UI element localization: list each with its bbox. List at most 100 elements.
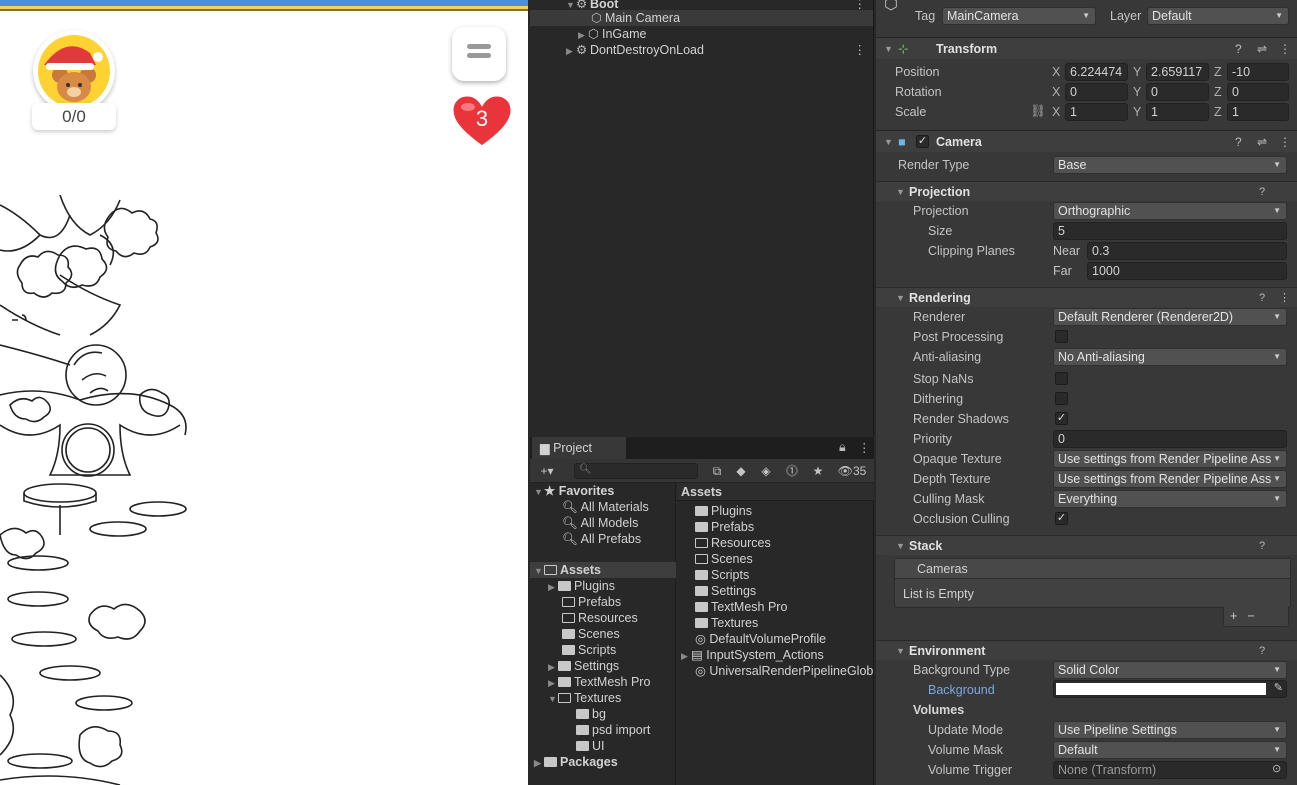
hierarchy-item-main-camera[interactable]: ⬡ Main Camera xyxy=(530,10,873,26)
asset-item-urp-global-settings[interactable]: ◎ UniversalRenderPipelineGlob xyxy=(695,663,873,679)
search-input[interactable]: 🔍︎ xyxy=(574,463,698,479)
filter-errors-icon[interactable]: ⓵ xyxy=(782,461,802,481)
far-field[interactable]: 1000 xyxy=(1087,262,1287,280)
more-options-icon[interactable]: ⋮ xyxy=(858,440,871,455)
tab-project[interactable]: ▆ Project xyxy=(532,437,626,459)
tree-packages[interactable]: ▶ Packages xyxy=(534,754,618,770)
axis-y-label[interactable]: Y xyxy=(1133,85,1141,99)
rotation-y-field[interactable]: 0 xyxy=(1146,83,1209,101)
background-type-dropdown[interactable]: Solid Color xyxy=(1053,661,1287,679)
projection-dropdown[interactable]: Orthographic xyxy=(1053,202,1287,220)
collapse-arrow-icon[interactable]: ▼ xyxy=(896,641,905,661)
expand-arrow-icon[interactable]: ▶ xyxy=(566,43,576,59)
near-field[interactable]: 0.3 xyxy=(1087,242,1287,260)
asset-item-settings[interactable]: Settings xyxy=(695,583,756,599)
search-scope-icon[interactable]: ⧉ xyxy=(707,461,727,481)
favorites-header[interactable]: ▼★ Favorites xyxy=(534,483,614,499)
tree-folder-settings[interactable]: ▶ Settings xyxy=(548,658,619,674)
more-options-icon[interactable]: ⋮ xyxy=(1279,288,1290,308)
tree-folder-textures[interactable]: ▼ Textures xyxy=(548,690,621,706)
asset-item-scripts[interactable]: Scripts xyxy=(695,567,749,583)
axis-z-label[interactable]: Z xyxy=(1214,65,1222,79)
game-view[interactable]: 0/0 3 xyxy=(0,0,528,785)
eyedropper-icon[interactable]: ✎ xyxy=(1274,681,1283,694)
constrain-proportions-icon[interactable]: ⛓︎ xyxy=(1030,104,1046,119)
collapse-arrow-icon[interactable]: ▼ xyxy=(896,182,905,202)
dithering-checkbox[interactable] xyxy=(1055,392,1068,405)
color-swatch[interactable] xyxy=(1056,683,1266,695)
occlusion-culling-checkbox[interactable]: ✓ xyxy=(1055,512,1068,525)
more-options-icon[interactable]: ⋮ xyxy=(1279,38,1291,60)
more-options-icon[interactable]: ⋮ xyxy=(1279,131,1291,153)
collapse-arrow-icon[interactable]: ▼ xyxy=(884,131,893,153)
axis-y-label[interactable]: Y xyxy=(1133,65,1141,79)
project-panel[interactable]: ▆ Project 🔒︎ ⋮ +▾ 🔍︎ ⧉ ◆ ◈ ⓵ ★ 👁︎35 ▼★ F… xyxy=(530,437,874,785)
opaque-texture-dropdown[interactable]: Use settings from Render Pipeline Ass xyxy=(1053,450,1287,468)
help-icon[interactable]: ? xyxy=(1235,131,1242,153)
tree-folder-textmesh-pro[interactable]: ▶ TextMesh Pro xyxy=(548,674,650,690)
asset-item-defaultvolumeprofile[interactable]: ◎ DefaultVolumeProfile xyxy=(695,631,826,647)
presets-icon[interactable]: ⇌ xyxy=(1257,38,1267,60)
tree-assets[interactable]: ▼ Assets xyxy=(530,562,676,578)
favorite-all-prefabs[interactable]: 🔍︎ All Prefabs xyxy=(562,531,641,547)
tree-folder-plugins[interactable]: ▶ Plugins xyxy=(548,578,615,594)
hierarchy-item-dontdestroyonload[interactable]: ▶ ⚙ DontDestroyOnLoad ⋮ xyxy=(566,42,874,58)
hierarchy-panel[interactable]: ▼⚙ Boot ⋮ ⬡ Main Camera ▶ ⬡ InGame ▶ ⚙ DontDes… xyxy=(530,0,874,436)
rotation-z-field[interactable]: 0 xyxy=(1227,83,1289,101)
volume-trigger-field[interactable]: None (Transform) xyxy=(1053,761,1287,779)
axis-z-label[interactable]: Z xyxy=(1214,105,1222,119)
filter-label-icon[interactable]: ◈ xyxy=(756,461,776,481)
player-avatar[interactable] xyxy=(33,30,115,112)
tree-folder-ui[interactable]: UI xyxy=(576,738,605,754)
tag-dropdown[interactable]: MainCamera xyxy=(942,7,1096,25)
tree-folder-prefabs[interactable]: Prefabs xyxy=(562,594,621,610)
inspector-panel[interactable]: ⬡ Tag MainCamera Layer Default ▼ ⊹ Trans… xyxy=(876,0,1297,785)
asset-item-scenes[interactable]: Scenes xyxy=(695,551,753,567)
more-options-icon[interactable]: ⋮ xyxy=(854,42,867,58)
layer-dropdown[interactable]: Default xyxy=(1147,7,1289,25)
scale-x-field[interactable]: 1 xyxy=(1065,103,1128,121)
help-icon[interactable]: ? xyxy=(1259,536,1265,556)
stack-section-header[interactable]: ▼ Stack ? xyxy=(876,535,1297,555)
transform-component-header[interactable]: ▼ ⊹ Transform ? ⇌ ⋮ xyxy=(876,37,1297,59)
expand-arrow-icon[interactable]: ▶ xyxy=(578,27,588,43)
create-add-button[interactable]: +▾ xyxy=(534,461,560,481)
asset-item-plugins[interactable]: Plugins xyxy=(695,503,752,519)
asset-item-inputsystem-actions[interactable]: ▶ ▤ InputSystem_Actions xyxy=(681,647,824,663)
presets-icon[interactable]: ⇌ xyxy=(1257,131,1267,153)
size-field[interactable]: 5 xyxy=(1053,222,1287,240)
hierarchy-item-ingame[interactable]: ▶ ⬡ InGame xyxy=(578,26,874,42)
post-processing-checkbox[interactable] xyxy=(1055,330,1068,343)
position-x-field[interactable]: 6.224474 xyxy=(1065,63,1128,81)
tree-folder-psd-import[interactable]: psd import xyxy=(576,722,650,738)
anti-aliasing-dropdown[interactable]: No Anti-aliasing xyxy=(1053,348,1287,366)
help-icon[interactable]: ? xyxy=(1259,288,1265,308)
scale-z-field[interactable]: 1 xyxy=(1227,103,1289,121)
asset-item-textures[interactable]: Textures xyxy=(695,615,758,631)
asset-item-textmesh-pro[interactable]: TextMesh Pro xyxy=(695,599,787,615)
help-icon[interactable]: ? xyxy=(1259,641,1265,661)
volume-mask-dropdown[interactable]: Default xyxy=(1053,741,1287,759)
rotation-x-field[interactable]: 0 xyxy=(1065,83,1128,101)
axis-x-label[interactable]: X xyxy=(1052,85,1060,99)
axis-z-label[interactable]: Z xyxy=(1214,85,1222,99)
projection-section-header[interactable]: ▼ Projection ? xyxy=(876,181,1297,201)
menu-button[interactable] xyxy=(452,27,506,81)
project-folder-tree[interactable]: ▼★ Favorites 🔍︎ All Materials 🔍︎ All Mod… xyxy=(530,483,676,785)
favorite-all-models[interactable]: 🔍︎ All Models xyxy=(562,515,638,531)
camera-stack-list[interactable]: Cameras List is Empty xyxy=(894,558,1291,608)
tree-folder-scenes[interactable]: Scenes xyxy=(562,626,620,642)
rendering-section-header[interactable]: ▼ Rendering ? ⋮ xyxy=(876,287,1297,307)
favorite-all-materials[interactable]: 🔍︎ All Materials xyxy=(562,499,649,515)
remove-icon[interactable]: − xyxy=(1247,609,1264,623)
position-z-field[interactable]: -10 xyxy=(1227,63,1289,81)
object-picker-icon[interactable]: ⊙ xyxy=(1272,762,1281,775)
scale-y-field[interactable]: 1 xyxy=(1146,103,1209,121)
asset-item-prefabs[interactable]: Prefabs xyxy=(695,519,754,535)
axis-x-label[interactable]: X xyxy=(1052,65,1060,79)
help-icon[interactable]: ? xyxy=(1259,182,1265,202)
priority-field[interactable]: 0 xyxy=(1053,430,1287,448)
help-icon[interactable]: ? xyxy=(1235,38,1242,60)
tree-folder-scripts[interactable]: Scripts xyxy=(562,642,616,658)
tree-folder-bg[interactable]: bg xyxy=(576,706,606,722)
